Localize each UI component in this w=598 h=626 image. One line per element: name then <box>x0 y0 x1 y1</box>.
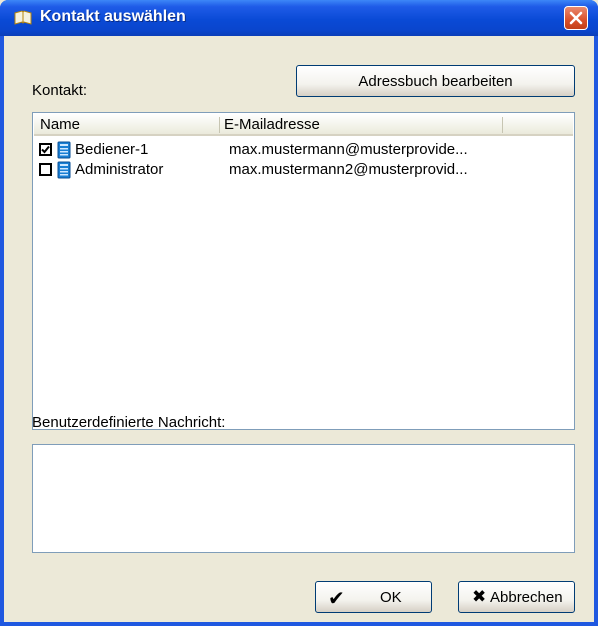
dialog-window: Kontakt auswählen Kontakt: Adressbuch be… <box>0 0 598 626</box>
address-book-icon <box>14 10 32 25</box>
contact-list[interactable]: Name E-Mailadresse Bediener-1 max.muster… <box>32 112 575 430</box>
contact-label: Kontakt: <box>32 82 88 99</box>
cancel-button[interactable]: ✖ Abbrechen <box>458 581 575 613</box>
close-button[interactable] <box>564 6 588 30</box>
contact-name: Administrator <box>75 161 164 178</box>
cancel-label: Abbrechen <box>490 589 563 606</box>
row-checkbox[interactable] <box>39 143 52 156</box>
contact-email: max.mustermann2@musterprovid... <box>229 161 468 178</box>
checkmark-icon <box>41 145 50 154</box>
contact-card-icon <box>57 161 71 179</box>
list-item[interactable]: Bediener-1 max.mustermann@musterprovide.… <box>39 140 569 160</box>
edit-addressbook-button[interactable]: Adressbuch bearbeiten <box>296 65 575 97</box>
title-bar[interactable]: Kontakt auswählen <box>0 0 598 36</box>
custom-message-label: Benutzerdefinierte Nachricht: <box>32 414 226 431</box>
contact-name: Bediener-1 <box>75 141 149 158</box>
dialog-body: Kontakt: Adressbuch bearbeiten Name E-Ma… <box>4 36 594 622</box>
column-header-name[interactable]: Name <box>40 116 80 133</box>
row-checkbox[interactable] <box>39 163 52 176</box>
close-icon <box>569 11 583 25</box>
ok-button[interactable]: ✔ OK <box>315 581 432 613</box>
contact-email: max.mustermann@musterprovide... <box>229 141 468 158</box>
contact-card-icon <box>57 141 71 159</box>
custom-message-field[interactable] <box>32 444 575 553</box>
column-separator[interactable] <box>502 117 503 133</box>
dialog-title: Kontakt auswählen <box>40 8 186 25</box>
cancel-x-icon: ✖ <box>472 587 487 607</box>
column-separator[interactable] <box>219 117 220 133</box>
column-header-email[interactable]: E-Mailadresse <box>224 116 320 133</box>
checkmark-icon: ✔ <box>328 586 345 610</box>
list-header: Name E-Mailadresse <box>34 114 573 136</box>
ok-label: OK <box>380 589 402 606</box>
list-item[interactable]: Administrator max.mustermann2@musterprov… <box>39 160 569 180</box>
